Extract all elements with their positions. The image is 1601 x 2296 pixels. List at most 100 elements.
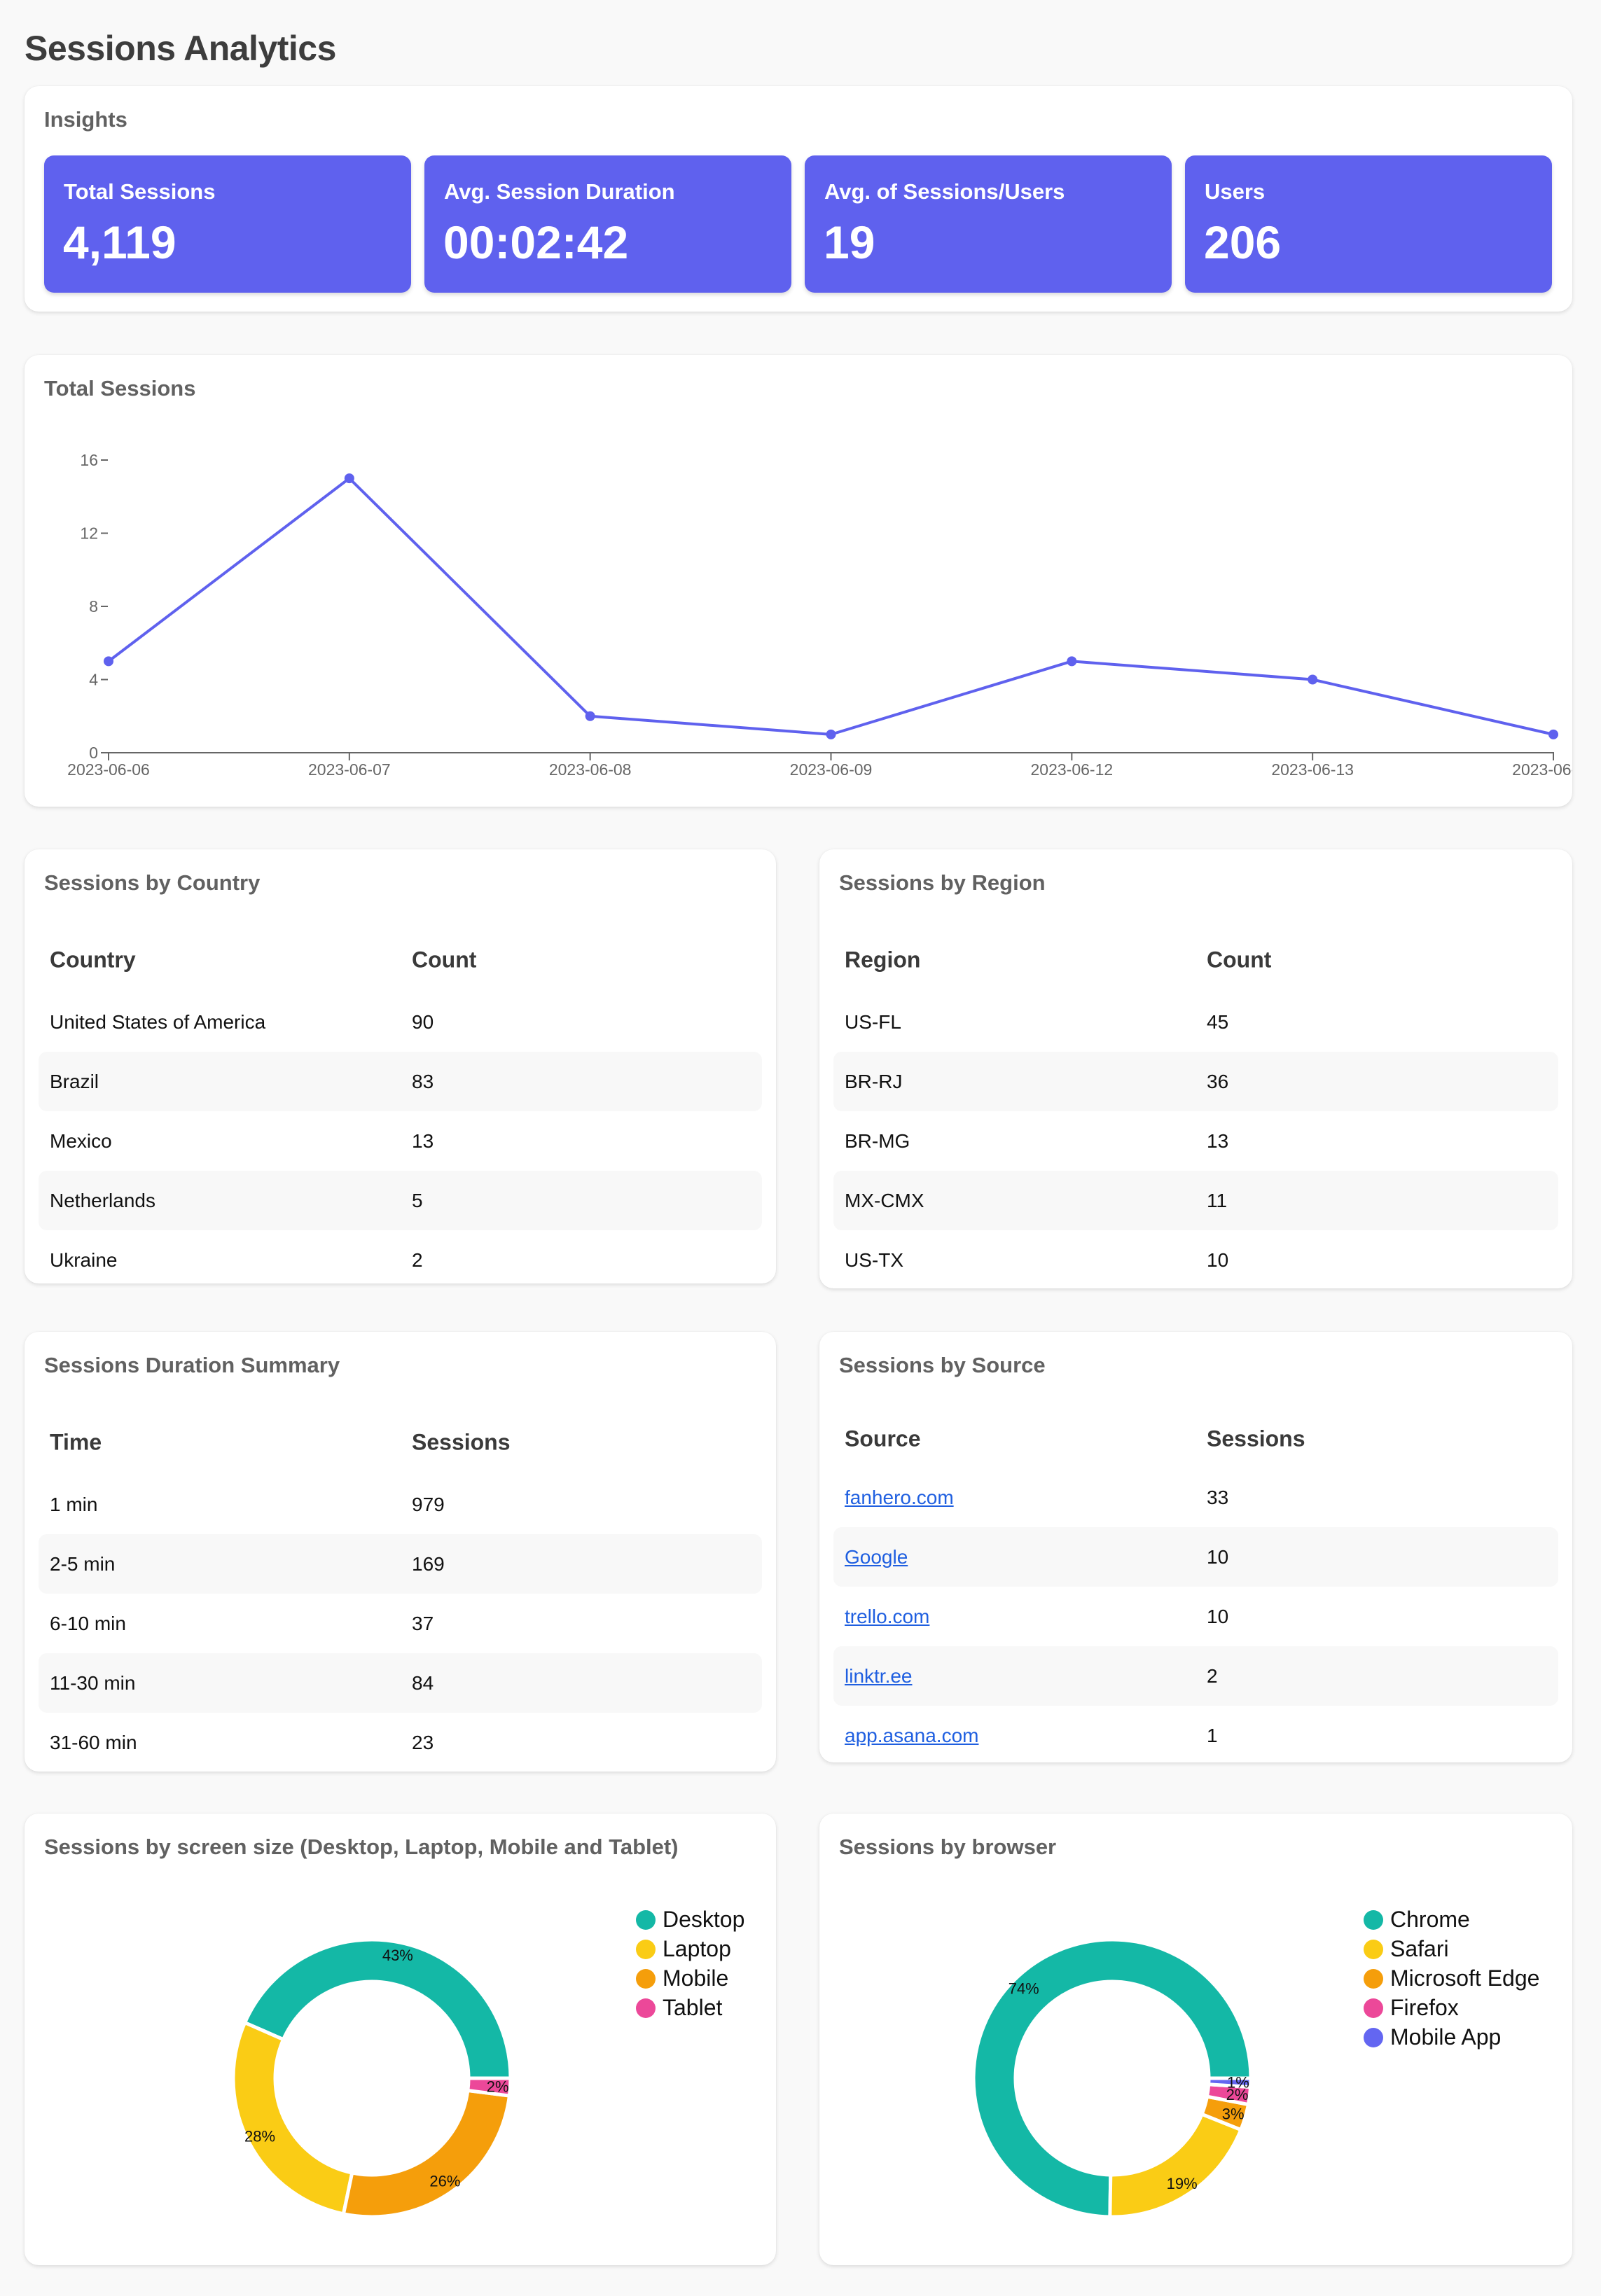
row-label: Brazil: [50, 1070, 99, 1092]
data-point[interactable]: [826, 729, 836, 739]
legend-item-laptop[interactable]: Laptop: [636, 1934, 744, 1963]
row-label: Ukraine: [50, 1248, 118, 1271]
source-table: Source Sessions fanhero.com 33 Google 10 trell…: [833, 1410, 1558, 1765]
kpi-label: Total Sessions: [64, 179, 216, 204]
total-sessions-chart-card: 0 4 8 12 16 2023-06-06 2023-06-07 2023-06-08 202…: [25, 355, 1572, 807]
data-point[interactable]: [1548, 729, 1558, 739]
y-tick-label: 8: [89, 597, 98, 615]
kpi-value: 4,119: [63, 216, 176, 268]
data-point[interactable]: [344, 473, 354, 484]
row-value: 90: [412, 1010, 434, 1033]
table-row: Google 10: [833, 1527, 1558, 1587]
kpi-avg-session-duration: Avg. Session Duration 00:02:42: [424, 155, 791, 293]
legend-item-chrome[interactable]: Chrome: [1364, 1905, 1539, 1934]
row-value: 11: [1207, 1189, 1228, 1211]
insights-title: Insights: [44, 107, 127, 132]
y-tick-label: 12: [80, 524, 98, 543]
table-header-row: Country Count: [39, 928, 762, 992]
slice-percent-label: 19%: [1167, 2175, 1198, 2192]
row-label: Mexico: [50, 1129, 112, 1152]
legend-item-desktop[interactable]: Desktop: [636, 1905, 744, 1934]
legend-dot-icon: [1364, 1940, 1383, 1959]
x-tick-label: 2023-06-09: [790, 760, 873, 779]
table-row: fanhero.com 33: [833, 1468, 1558, 1527]
row-value: 37: [412, 1612, 434, 1634]
table-row: Mexico 13: [39, 1111, 762, 1171]
page-title: Sessions Analytics: [25, 29, 336, 68]
sessions-duration-summary-card: Sessions Duration Summary Time Sessions 1 …: [25, 1332, 776, 1772]
slice-percent-label: 26%: [429, 2173, 460, 2190]
screen-size-legend: Desktop Laptop Mobile Tablet: [636, 1905, 744, 2022]
data-point[interactable]: [585, 711, 595, 721]
source-link[interactable]: Google: [845, 1546, 908, 1568]
legend-dot-icon: [1364, 2028, 1383, 2047]
y-tick-label: 4: [89, 671, 98, 689]
donut-slice-mobile[interactable]: [341, 2088, 512, 2219]
donut-slice-laptop[interactable]: [231, 2020, 354, 2216]
x-tick-label: 2023-06-07: [308, 760, 391, 779]
table-row: MX-CMX 11: [833, 1171, 1558, 1230]
row-label: BR-MG: [845, 1129, 910, 1152]
table-row: trello.com 10: [833, 1587, 1558, 1646]
legend-item-firefox[interactable]: Firefox: [1364, 1993, 1539, 2022]
slice-percent-label: 43%: [382, 1947, 413, 1964]
chart-title: Total Sessions: [44, 376, 196, 401]
kpi-label: Avg. Session Duration: [444, 179, 675, 204]
row-value: 10: [1207, 1248, 1229, 1271]
column-header: Region: [845, 947, 921, 973]
legend-item-mobile[interactable]: Mobile: [636, 1963, 744, 1993]
sessions-by-browser-card: Sessions by browser 74% 19% 3% 2% 1% Chrome S…: [819, 1814, 1572, 2265]
data-point[interactable]: [104, 656, 113, 667]
sessions-by-country-card: Sessions by Country Country Count United S…: [25, 849, 776, 1283]
table-row: Brazil 83: [39, 1052, 762, 1111]
row-label: United States of America: [50, 1010, 266, 1033]
table-title: Sessions by Source: [839, 1353, 1046, 1377]
legend-dot-icon: [1364, 1910, 1383, 1930]
table-header-row: Region Count: [833, 928, 1558, 992]
table-header-row: Time Sessions: [39, 1410, 762, 1475]
kpi-total-sessions: Total Sessions 4,119: [44, 155, 411, 293]
data-point[interactable]: [1067, 656, 1077, 667]
table-row: 31-60 min 23: [39, 1713, 762, 1772]
legend-dot-icon: [1364, 1969, 1383, 1989]
kpi-avg-sessions-per-user: Avg. of Sessions/Users 19: [805, 155, 1172, 293]
column-header: Count: [412, 947, 477, 973]
row-value: 2: [412, 1248, 423, 1271]
row-value: 13: [1207, 1129, 1229, 1152]
table-row: US-TX 10: [833, 1230, 1558, 1290]
table-row: app.asana.com 1: [833, 1706, 1558, 1765]
legend-item-microsoft-edge[interactable]: Microsoft Edge: [1364, 1963, 1539, 1993]
total-sessions-line-chart: 0 4 8 12 16 2023-06-06 2023-06-07 2023-06-08 202…: [67, 451, 1572, 779]
row-label: US-FL: [845, 1010, 901, 1033]
sessions-by-region-card: Sessions by Region Region Count US-FL 45 BR-…: [819, 849, 1572, 1288]
legend-dot-icon: [636, 1910, 656, 1930]
row-label: Netherlands: [50, 1189, 155, 1211]
x-tick-label: 2023-06-08: [549, 760, 632, 779]
table-row: BR-RJ 36: [833, 1052, 1558, 1111]
kpi-label: Avg. of Sessions/Users: [824, 179, 1065, 204]
row-label: US-TX: [845, 1248, 903, 1271]
legend-item-mobile-app[interactable]: Mobile App: [1364, 2022, 1539, 2052]
table-row: United States of America 90: [39, 992, 762, 1052]
duration-table: Time Sessions 1 min 979 2-5 min 169 6-10 min 37…: [39, 1410, 762, 1772]
data-point[interactable]: [1308, 674, 1318, 685]
source-link[interactable]: trello.com: [845, 1606, 929, 1628]
source-link[interactable]: app.asana.com: [845, 1725, 978, 1747]
row-value: 5: [412, 1189, 423, 1211]
legend-item-safari[interactable]: Safari: [1364, 1934, 1539, 1963]
legend-label: Tablet: [663, 1995, 723, 2020]
source-link[interactable]: fanhero.com: [845, 1487, 954, 1509]
legend-label: Chrome: [1390, 1907, 1470, 1932]
legend-item-tablet[interactable]: Tablet: [636, 1993, 744, 2022]
source-link[interactable]: linktr.ee: [845, 1665, 913, 1688]
donut-slice-desktop[interactable]: [242, 1937, 513, 2080]
sessions-by-screen-size-card: Sessions by screen size (Desktop, Laptop…: [25, 1814, 776, 2265]
kpi-label: Users: [1205, 179, 1266, 204]
row-value: 13: [412, 1129, 434, 1152]
y-tick-label: 0: [89, 744, 98, 762]
donut-slice-safari[interactable]: [1108, 2112, 1244, 2219]
row-value: 36: [1207, 1070, 1229, 1092]
table-row: Ukraine 2: [39, 1230, 762, 1290]
legend-dot-icon: [636, 1969, 656, 1989]
sessions-line: [107, 477, 1554, 736]
